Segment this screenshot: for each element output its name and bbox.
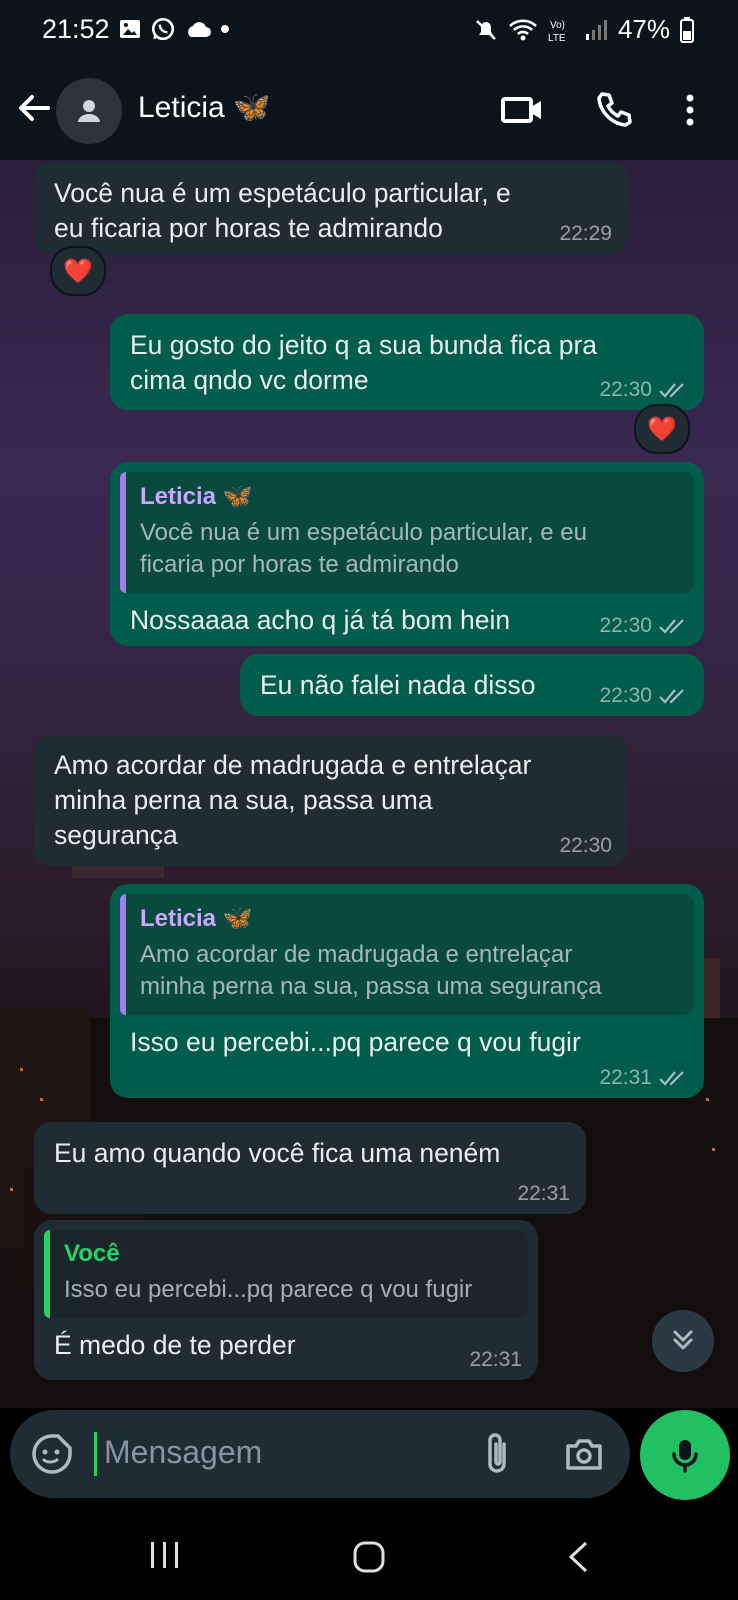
incoming-message[interactable]: Amo acordar de madrugada e entrelaçar mi… [34, 734, 628, 866]
system-icons: Vo) LTE 47% [474, 14, 694, 45]
quoted-text: Isso eu percebi...pq parece q vou fugir [64, 1276, 473, 1303]
message-text: Isso eu percebi...pq parece q vou fugir [130, 1027, 581, 1057]
message-meta: 22:30 [599, 684, 688, 708]
battery-icon [680, 16, 694, 43]
quoted-message[interactable]: Você Isso eu percebi...pq parece q vou f… [44, 1230, 528, 1318]
message-text: Eu amo quando você fica uma neném [54, 1138, 501, 1168]
quoted-text: Você nua é um espetáculo particular, e e… [140, 519, 587, 578]
message-meta: 22:31 [517, 1182, 570, 1206]
svg-text:LTE: LTE [548, 33, 566, 44]
quoted-text: Amo acordar de madrugada e entrelaçar mi… [140, 941, 602, 1000]
mute-icon [476, 19, 496, 40]
message-text: Você nua é um espetáculo particular, e e… [54, 178, 511, 243]
avatar[interactable] [56, 78, 122, 144]
wifi-icon [509, 19, 537, 40]
message-meta: 22:29 [559, 222, 612, 246]
system-navigation-bar [0, 1510, 738, 1600]
cloud-icon [188, 22, 211, 37]
person-icon [78, 100, 100, 122]
message-text: Amo acordar de madrugada e entrelaçar mi… [54, 750, 532, 850]
recent-apps-icon[interactable] [148, 1540, 182, 1570]
back-arrow-icon[interactable] [14, 88, 54, 128]
microphone-icon [672, 1440, 698, 1473]
message-time: 22:30 [599, 684, 652, 707]
outgoing-message[interactable]: Eu gosto do jeito q a sua bunda fica pra… [110, 314, 704, 410]
camera-icon[interactable] [562, 1432, 606, 1476]
message-time: 22:30 [599, 378, 652, 401]
whatsapp-icon [151, 17, 175, 41]
back-nav-icon[interactable] [566, 1540, 590, 1574]
message-time: 22:29 [559, 222, 612, 245]
message-meta: 22:30 [599, 614, 688, 638]
volte-icon: Vo) LTE [548, 20, 566, 44]
outgoing-reply-message[interactable]: Leticia 🦋 Você nua é um espetáculo parti… [110, 462, 704, 646]
chat-area[interactable]: Você nua é um espetáculo particular, e e… [0, 160, 738, 1408]
quoted-author: Você [64, 1240, 120, 1267]
quoted-message[interactable]: Leticia 🦋 Amo acordar de madrugada e ent… [120, 894, 694, 1015]
outgoing-message[interactable]: Eu não falei nada disso 22:30 [240, 654, 704, 716]
incoming-reply-message[interactable]: Você Isso eu percebi...pq parece q vou f… [34, 1220, 538, 1380]
heart-reaction-icon: ❤️ [647, 415, 677, 443]
message-time: 22:30 [559, 834, 612, 857]
signal-icon [585, 19, 607, 40]
quoted-author: Leticia 🦋 [140, 483, 253, 510]
home-icon[interactable] [352, 1540, 386, 1574]
read-receipt-icon [659, 689, 684, 704]
battery-percent: 47% [617, 14, 670, 44]
message-time: 22:30 [599, 614, 652, 637]
message-meta: 22:31 [599, 1066, 688, 1090]
dot-icon [221, 25, 229, 33]
read-receipt-icon [659, 619, 684, 634]
attach-icon[interactable] [476, 1430, 520, 1478]
voice-call-icon[interactable] [592, 88, 636, 132]
outgoing-reply-message[interactable]: Leticia 🦋 Amo acordar de madrugada e ent… [110, 884, 704, 1098]
message-input[interactable]: Mensagem [104, 1434, 262, 1471]
quoted-author: Leticia 🦋 [140, 905, 253, 932]
message-time: 22:31 [469, 1348, 522, 1371]
scroll-to-bottom-button[interactable] [652, 1310, 714, 1372]
read-receipt-icon [659, 383, 684, 398]
gallery-icon [120, 20, 140, 38]
video-call-icon[interactable] [500, 88, 544, 132]
svg-text:Vo): Vo) [550, 20, 565, 31]
contact-name[interactable]: Leticia 🦋 [138, 90, 270, 125]
status-time: 21:52 [42, 14, 110, 44]
incoming-message[interactable]: Você nua é um espetáculo particular, e e… [34, 162, 628, 254]
more-options-icon[interactable] [668, 88, 712, 132]
status-bar: 21:52 Vo) LTE 47% [0, 0, 738, 64]
read-receipt-icon [659, 1071, 684, 1086]
text-cursor [94, 1432, 97, 1476]
reaction-badge[interactable]: ❤️ [634, 404, 690, 454]
message-meta: 22:31 [469, 1348, 522, 1372]
double-chevron-down-icon [673, 1330, 693, 1350]
reaction-badge[interactable]: ❤️ [50, 246, 106, 296]
message-time: 22:31 [517, 1182, 570, 1205]
sticker-emoji-icon[interactable] [30, 1432, 74, 1476]
message-time: 22:31 [599, 1066, 652, 1089]
voice-message-button[interactable] [640, 1410, 730, 1500]
heart-reaction-icon: ❤️ [63, 257, 93, 285]
message-meta: 22:30 [599, 378, 688, 402]
incoming-message[interactable]: Eu amo quando você fica uma neném 22:31 [34, 1122, 586, 1214]
message-composer: Mensagem [10, 1410, 630, 1498]
chat-header: Leticia 🦋 [0, 64, 738, 160]
message-meta: 22:30 [559, 834, 612, 858]
message-text: É medo de te perder [54, 1330, 296, 1360]
quoted-message[interactable]: Leticia 🦋 Você nua é um espetáculo parti… [120, 472, 694, 593]
notification-icons [118, 16, 230, 42]
